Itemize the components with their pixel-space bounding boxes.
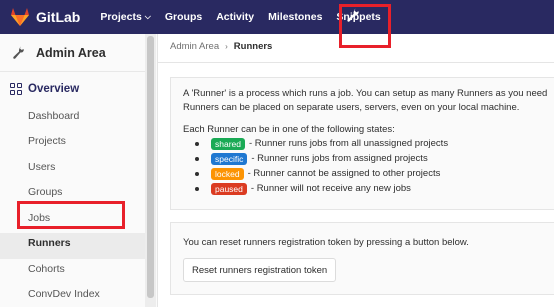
runner-description-line2: Runners can be placed on separate users,…: [183, 102, 520, 113]
runner-description-line1: A 'Runner' is a process which runs a job…: [183, 88, 548, 99]
breadcrumb-divider: [158, 62, 554, 63]
status-badge-paused: paused: [211, 182, 247, 195]
highlight-box-admin-wrench: [339, 4, 391, 48]
nav-item-projects[interactable]: Projects ⌵: [100, 11, 151, 23]
state-description: - Runner will not receive any new jobs: [250, 183, 411, 194]
sidebar-item-convdev-index[interactable]: ConvDev Index: [28, 288, 100, 300]
sidebar-item-overview[interactable]: Overview: [0, 76, 145, 102]
state-description: - Runner runs jobs from assigned project…: [251, 153, 428, 164]
nav-item-groups[interactable]: Groups: [165, 11, 202, 23]
breadcrumb: Admin Area › Runners: [170, 38, 272, 54]
states-intro: Each Runner can be in one of the followi…: [183, 124, 395, 135]
sidebar-item-projects[interactable]: Projects: [28, 135, 66, 147]
registration-token-panel: You can reset runners registration token…: [170, 222, 554, 295]
gitlab-tanuki-icon: [11, 8, 29, 26]
sidebar-overview-label: Overview: [28, 83, 80, 95]
breadcrumb-current[interactable]: Runners: [234, 41, 273, 52]
state-row-paused: paused - Runner will not receive any new …: [195, 181, 448, 196]
sidebar-context-header[interactable]: Admin Area: [0, 34, 145, 72]
status-badge-locked: locked: [211, 167, 244, 180]
token-reset-text: You can reset runners registration token…: [183, 237, 469, 248]
top-navbar: GitLab Projects ⌵ Groups Activity Milestones…: [0, 0, 554, 34]
nav-item-activity[interactable]: Activity: [216, 11, 254, 23]
sidebar: Admin Area Overview Dashboard Projects Use…: [0, 34, 158, 307]
sidebar-scrollbar[interactable]: [145, 34, 156, 307]
sidebar-item-users[interactable]: Users: [28, 161, 55, 173]
nav-item-label: Milestones: [268, 11, 323, 23]
wrench-icon: [8, 43, 28, 63]
sidebar-title: Admin Area: [36, 45, 106, 60]
breadcrumb-admin-area[interactable]: Admin Area: [170, 41, 219, 52]
runner-info-panel: A 'Runner' is a process which runs a job…: [170, 77, 554, 210]
breadcrumb-separator: ›: [225, 41, 228, 51]
bullet-icon: [195, 171, 199, 176]
gitlab-logo[interactable]: GitLab: [10, 0, 80, 34]
nav-item-milestones[interactable]: Milestones: [268, 11, 322, 23]
sidebar-item-dashboard[interactable]: Dashboard: [28, 110, 79, 122]
runner-states-list: shared - Runner runs jobs from all unassi…: [195, 136, 448, 196]
highlight-box-runners: [17, 201, 125, 229]
status-badge-shared: shared: [211, 137, 245, 150]
status-badge-specific: specific: [211, 152, 248, 165]
chevron-down-icon: ⌵: [144, 12, 151, 21]
nav-item-label: Activity: [216, 11, 255, 23]
bullet-icon: [195, 186, 199, 191]
sidebar-item-cohorts[interactable]: Cohorts: [28, 263, 65, 275]
overview-grid-icon: [10, 83, 22, 95]
nav-item-label: Projects: [100, 11, 142, 23]
sidebar-item-groups[interactable]: Groups: [28, 186, 62, 198]
state-row-locked: locked - Runner cannot be assigned to oth…: [195, 166, 448, 181]
nav-item-label: Groups: [164, 11, 203, 23]
state-row-shared: shared - Runner runs jobs from all unassi…: [195, 136, 448, 151]
bullet-icon: [195, 156, 199, 161]
sidebar-scrollbar-thumb[interactable]: [147, 36, 154, 298]
state-description: - Runner cannot be assigned to other pro…: [247, 168, 441, 179]
bullet-icon: [195, 141, 199, 146]
sidebar-item-runners[interactable]: Runners: [28, 237, 71, 249]
reset-token-button[interactable]: Reset runners registration token: [183, 258, 337, 282]
state-description: - Runner runs jobs from all unassigned p…: [249, 138, 449, 149]
brand-name: GitLab: [36, 9, 81, 25]
state-row-specific: specific - Runner runs jobs from assigned…: [195, 151, 448, 166]
active-item-background: [0, 233, 145, 259]
